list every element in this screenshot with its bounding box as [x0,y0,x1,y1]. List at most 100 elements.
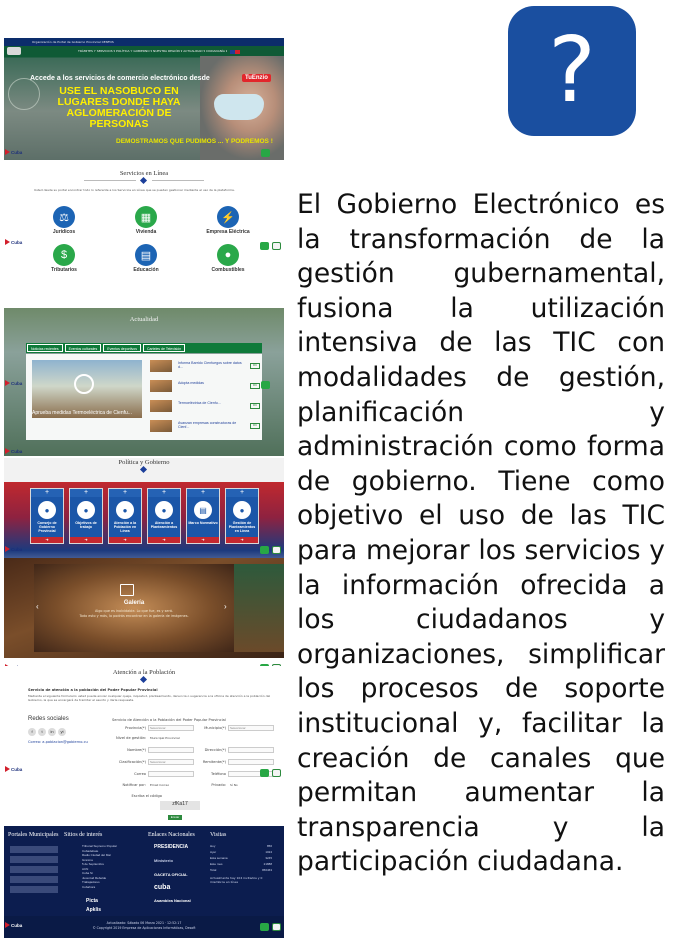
field-label: Privado: [211,783,226,787]
chat-fab-button[interactable] [261,381,270,389]
news-title[interactable]: Informa Barrido Cienfuegos sobre datos d… [178,361,244,369]
card-atencion-poblacion[interactable]: + ● Atención a la Población en Línea ➜ [108,488,142,544]
service-juridicos[interactable]: ⚖ Jurídicos [34,206,94,235]
nombre-input[interactable] [148,747,194,753]
municipal-logo[interactable] [10,886,58,893]
linkedin-icon[interactable]: in [48,728,56,736]
municipal-logo[interactable] [10,856,58,863]
visits-row: Esta semana 3245 [210,856,272,860]
gallery-image[interactable] [34,564,234,652]
privado-radio[interactable]: Sí No [230,783,238,787]
chat-fab-button[interactable] [260,923,269,931]
presidencia-logo[interactable]: PRESIDENCIA [154,844,188,850]
tab-noticias-recientes[interactable]: Noticias recientes [27,344,63,352]
visits-row: Ayer 1024 [210,850,272,854]
tab-eventos-deportivos[interactable]: Eventos deportivos [103,344,142,352]
cuba-logo[interactable]: Cuba [5,239,22,245]
site-logo[interactable] [7,47,21,55]
cuba-logo[interactable]: Cuba [5,546,22,552]
news-title[interactable]: Adopta medidas [178,381,244,385]
section-title: Política y Gobierno [118,459,170,466]
youtube-icon[interactable]: yt [58,728,66,736]
cuba-portal-logo[interactable]: cuba [154,884,170,891]
gaceta-logo[interactable]: GACETA OFICIAL [154,872,188,877]
arrow-icon: ➜ [31,537,63,543]
news-title[interactable]: Avanzan empresas constructoras de Cienf.… [178,421,244,429]
card-consejo-gobierno[interactable]: + ● Consejo de Gobierno Provincial ➜ [30,488,64,544]
cuba-logo[interactable]: Cuba [5,448,22,454]
municipal-logo[interactable] [10,846,58,853]
service-combustibles[interactable]: ● Combustibles [198,244,258,273]
arrow-icon: ➜ [226,537,258,543]
cuba-logo[interactable]: Cuba [5,766,22,772]
chevron-right-icon[interactable]: › [224,602,227,611]
card-objetivos-trabajo[interactable]: + ● Objetivos de trabajo ➜ [69,488,103,544]
apklis-logo[interactable]: Apklis [86,907,101,913]
captcha-label: Escriba el código [131,794,162,798]
top-bar: Organización de Portal de Gobierno Provi… [4,38,284,46]
diamond-icon [139,465,148,474]
notificar-radio[interactable]: Email Correo [150,783,169,787]
gallery-side-image[interactable] [234,564,284,652]
chat-fab-button[interactable] [260,769,269,777]
scroll-top-button[interactable] [272,769,281,777]
footer-heading: Enlaces Nacionales [148,832,195,838]
tab-eventos-culturales[interactable]: Eventos culturales [64,344,102,352]
services-section: Servicios en Línea Usted desde su portal… [4,168,284,306]
news-item[interactable]: Adopta medidas DIC [150,380,260,394]
remitente-input[interactable] [228,759,274,765]
nivel-radio[interactable]: Municipal Provincial [150,736,180,740]
chat-fab-button[interactable] [260,546,269,554]
gallery-icon [120,584,134,596]
card-atencion-planteamientos[interactable]: + ● Atención a Planteamientos ➜ [147,488,181,544]
municipal-logo[interactable] [10,866,58,873]
send-button[interactable]: Enviar [168,815,182,820]
twitter-icon[interactable]: t [38,728,46,736]
featured-news-caption[interactable]: Aprueba medidas Termoeléctrica de Cienfu… [32,410,142,416]
direccion-input[interactable] [228,747,274,753]
ministerio-logo[interactable]: Ministerio [154,858,173,863]
service-vivienda[interactable]: ▦ Vivienda [116,206,176,235]
asamblea-logo[interactable]: Asamblea Nacional [154,898,191,903]
municipal-logos[interactable] [10,846,58,906]
service-label: Empresa Eléctrica [206,229,250,235]
cuba-logo[interactable]: Cuba [5,922,22,928]
service-label: Vivienda [135,229,157,235]
cuba-logo[interactable]: Cuba [5,149,22,155]
card-marco-normativo[interactable]: + ▤ Marco Normativo ➜ [186,488,220,544]
footer-link[interactable]: Tribunal Supremo Popular [82,844,117,849]
main-menu[interactable]: TRÁMITES Y SERVICIOS ▾ POLÍTICA Y GOBIER… [78,49,227,53]
service-empresa-electrica[interactable]: ⚡ Empresa Eléctrica [198,206,258,235]
clasificacion-select[interactable]: Seleccionar [148,759,194,765]
correo-input[interactable] [148,771,194,777]
card-gestion-planteamientos[interactable]: + ● Gestión de Planteamientos en Línea ➜ [225,488,259,544]
facebook-icon[interactable]: f [28,728,36,736]
contact-email[interactable]: Correo: a.poblacion@gobierno.cu [28,740,88,744]
provincia-select[interactable]: Seleccionar [148,725,194,731]
section-title: Servicios en Línea [119,170,169,177]
footer-link[interactable]: Cubahora [82,885,117,890]
scroll-top-button[interactable] [272,923,281,931]
flag-icon [230,50,240,54]
municipio-select[interactable]: Seleccionar [228,725,274,731]
chat-fab-button[interactable] [261,149,270,157]
news-item[interactable]: Informa Barrido Cienfuegos sobre datos d… [150,360,260,374]
tab-carteles-television[interactable]: Carteles de Televisión [143,344,186,352]
picta-logo[interactable]: Picta [86,898,98,904]
scroll-top-button[interactable] [272,242,281,250]
tuenzio-badge[interactable]: TuEnzio [242,74,271,82]
field-label: Clasificación(*) [118,760,146,764]
municipal-logo[interactable] [10,876,58,883]
news-item[interactable]: Termoeléctrica de Cienfu... DIC [150,400,260,414]
service-educacion[interactable]: ▤ Educación [116,244,176,273]
chat-fab-button[interactable] [260,242,269,250]
news-title[interactable]: Termoeléctrica de Cienfu... [178,401,244,405]
news-item[interactable]: Avanzan empresas constructoras de Cienf.… [150,420,260,434]
cuba-label: Cuba [11,149,23,155]
cuba-label: Cuba [11,380,23,386]
scroll-top-button[interactable] [272,546,281,554]
service-tributarios[interactable]: $ Tributarios [34,244,94,273]
chevron-left-icon[interactable]: ‹ [36,602,39,611]
divider [152,180,204,181]
cuba-logo[interactable]: Cuba [5,380,22,386]
